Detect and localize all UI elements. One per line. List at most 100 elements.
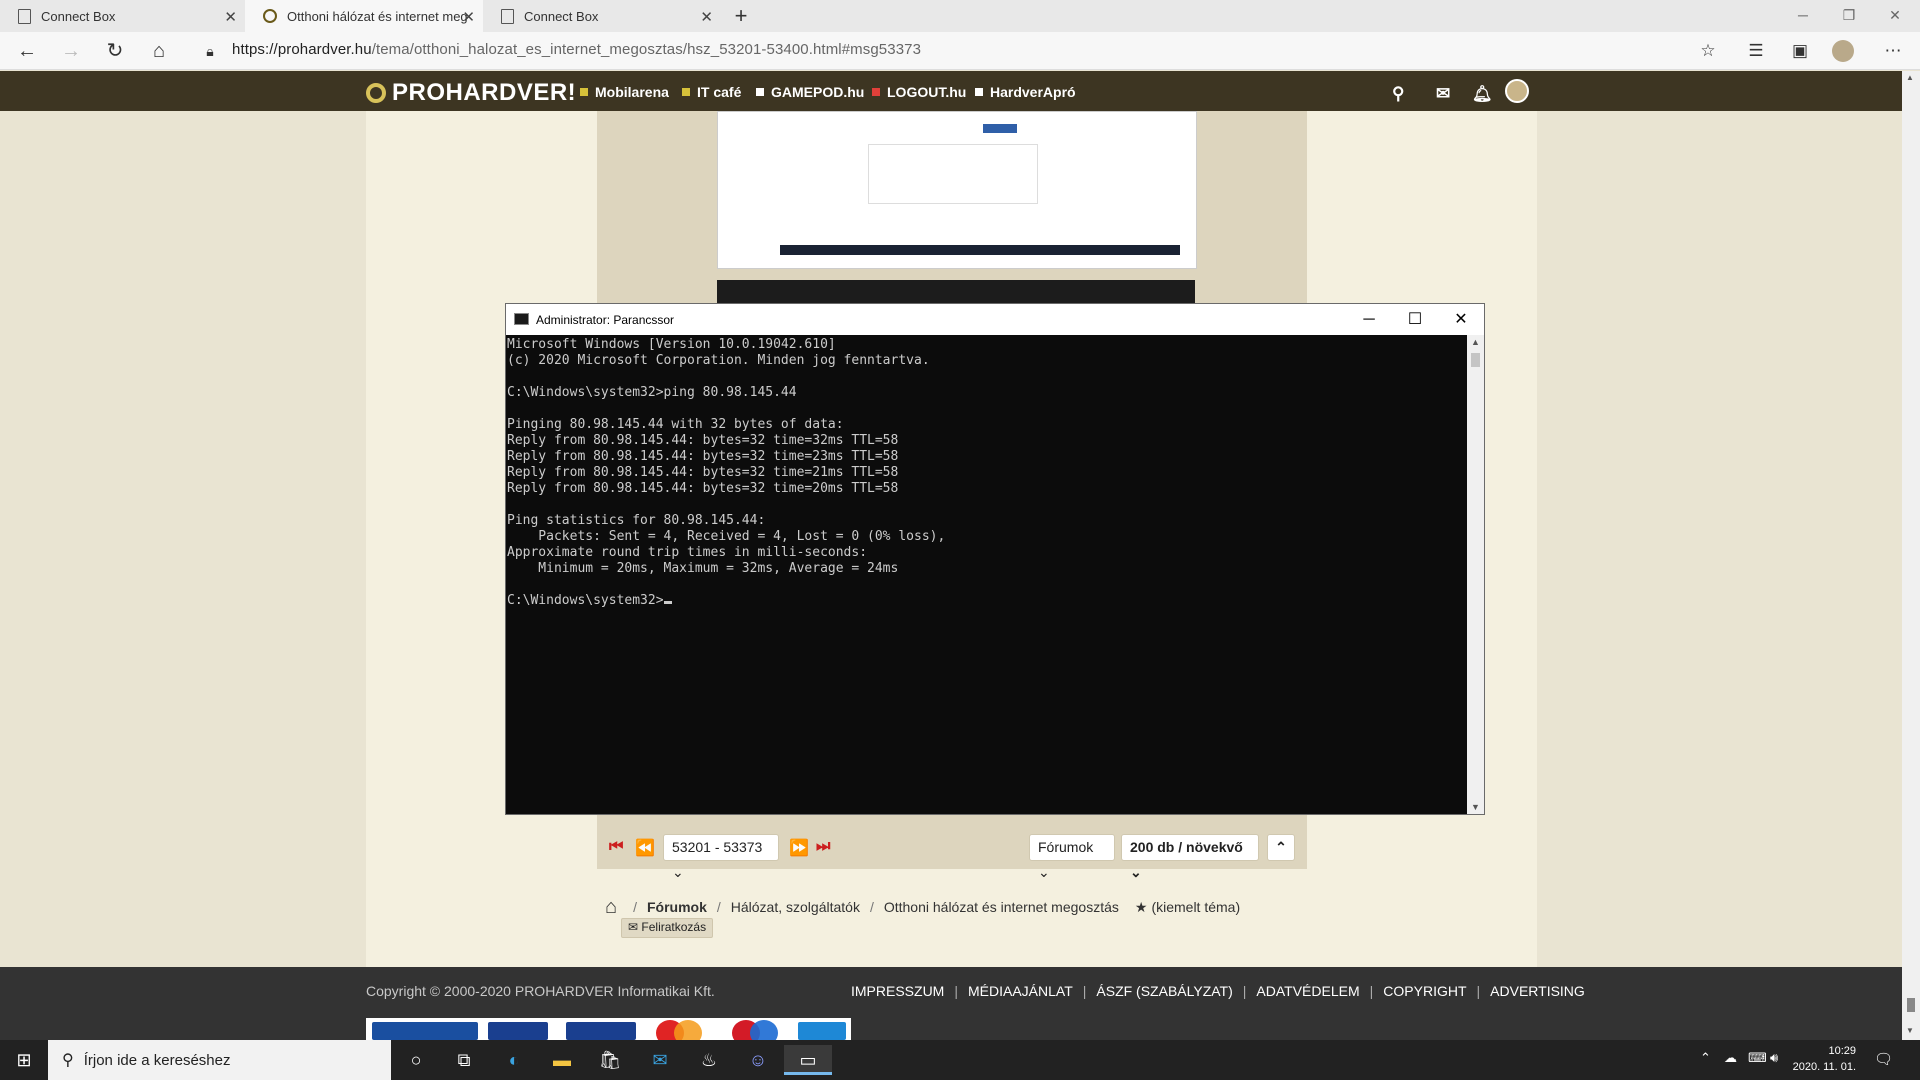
post-screenshot-image[interactable] — [717, 111, 1197, 269]
lock-icon[interactable]: 🔒︎ — [195, 37, 225, 65]
url-field[interactable]: https://prohardver.hu/tema/otthoni_haloz… — [232, 41, 921, 58]
scroll-up-icon[interactable]: ▲ — [1467, 337, 1484, 347]
cmd-output[interactable]: Microsoft Windows [Version 10.0.19042.61… — [506, 335, 1466, 814]
steam-icon[interactable]: ♨ — [685, 1045, 733, 1075]
nav-link-gamepod[interactable]: GAMEPOD.hu — [756, 84, 864, 100]
file-explorer-icon[interactable]: ▬ — [538, 1045, 586, 1075]
new-tab-button[interactable]: + — [724, 0, 758, 32]
close-icon[interactable]: ✕ — [700, 8, 713, 26]
more-menu-icon[interactable]: ⋯ — [1880, 38, 1906, 64]
breadcrumb-separator: / — [633, 899, 637, 915]
nav-link-label: LOGOUT.hu — [887, 84, 967, 100]
cmd-line — [507, 401, 1466, 417]
minimize-icon[interactable]: ─ — [1346, 304, 1392, 335]
profile-avatar-icon[interactable] — [1832, 40, 1854, 62]
windows-start-icon[interactable]: ⊞ — [0, 1045, 48, 1075]
scroll-thumb[interactable] — [1471, 353, 1480, 367]
scroll-top-button[interactable]: ⌃ — [1267, 834, 1295, 861]
home-icon[interactable]: ⌂ — [144, 37, 174, 65]
network-icon[interactable]: ⌨ — [1748, 1050, 1767, 1066]
terminal-taskbar-icon[interactable]: ▭ — [784, 1045, 832, 1075]
taskbar-search-box[interactable]: ⚲ Írjon ide a kereséshez — [48, 1040, 391, 1080]
favorites-list-icon[interactable]: ☰ — [1743, 38, 1769, 64]
notification-bell-icon[interactable]: 🔔︎ — [1472, 84, 1492, 104]
close-icon[interactable]: ✕ — [462, 8, 475, 26]
breadcrumb-halozat[interactable]: Hálózat, szolgáltatók — [731, 899, 860, 915]
forward-icon[interactable]: → — [56, 37, 86, 65]
task-view-icon[interactable]: ⧉ — [440, 1045, 488, 1075]
notifications-icon[interactable]: 🗨︎ — [1874, 1050, 1893, 1068]
breadcrumb-topic[interactable]: Otthoni hálózat és internet megosztás — [884, 899, 1119, 915]
cmd-line: C:\Windows\system32> — [507, 593, 1466, 609]
refresh-icon[interactable]: ↻ — [100, 37, 130, 65]
nav-link-hardverapro[interactable]: HardverApró — [975, 84, 1076, 100]
prohardver-logo[interactable]: PROHARDVER! — [366, 79, 576, 107]
site-navigation: PROHARDVER! Mobilarena IT café GAMEPOD.h… — [0, 71, 1902, 111]
scroll-up-icon[interactable]: ▲ — [1906, 73, 1914, 82]
windows-taskbar: ⊞ ⚲ Írjon ide a kereséshez ○ ⧉ ◐ ▬ 🛍︎ ✉ … — [0, 1040, 1920, 1080]
home-icon[interactable]: ⌂ — [605, 896, 617, 919]
command-prompt-window[interactable]: Administrator: Parancssor ─ ☐ ✕ Microsof… — [505, 303, 1485, 815]
square-icon — [975, 88, 983, 96]
breadcrumb-forumok[interactable]: Fórumok — [647, 899, 707, 915]
scroll-down-icon[interactable]: ▼ — [1467, 802, 1484, 812]
page-icon — [18, 8, 31, 24]
mail-app-icon[interactable]: ✉ — [636, 1045, 684, 1075]
collections-icon[interactable]: ▣ — [1787, 38, 1813, 64]
cmd-line: Reply from 80.98.145.44: bytes=32 time=2… — [507, 481, 899, 496]
footer-link-aszf[interactable]: ÁSZF (SZABÁLYZAT) — [1096, 983, 1232, 999]
favorite-star-icon[interactable]: ☆ — [1695, 38, 1721, 64]
browser-tab-bar: Connect Box ✕ Otthoni hálózat és interne… — [0, 0, 1920, 32]
cmd-scrollbar[interactable]: ▲ ▼ — [1467, 335, 1484, 814]
tab-prohardver[interactable]: Otthoni hálózat és internet meg… ✕ — [245, 0, 483, 32]
forum-select[interactable]: Fórumok ⌄ — [1029, 834, 1115, 880]
visa-card-icon — [488, 1022, 548, 1040]
per-page-select[interactable]: 200 db / növekvő ⌄ — [1121, 834, 1259, 880]
maximize-icon[interactable]: ☐ — [1392, 304, 1438, 335]
close-icon[interactable]: ✕ — [1438, 304, 1484, 335]
minimize-icon[interactable]: ─ — [1780, 0, 1826, 30]
nav-link-mobilarena[interactable]: Mobilarena — [580, 84, 669, 100]
footer-link-adatvedelem[interactable]: ADATVÉDELEM — [1256, 983, 1359, 999]
search-icon[interactable]: ⚲ — [1392, 84, 1404, 104]
footer-separator: | — [1476, 983, 1481, 999]
page-range-select[interactable]: 53201 - 53373 ⌄ — [663, 834, 779, 880]
tab-connect-box-1[interactable]: Connect Box ✕ — [0, 0, 245, 32]
search-placeholder: Írjon ide a kereséshez — [83, 1051, 231, 1069]
footer-link-impresszum[interactable]: IMPRESSZUM — [851, 983, 944, 999]
discord-icon[interactable]: ☺ — [734, 1045, 782, 1075]
nav-link-itcafe[interactable]: IT café — [682, 84, 741, 100]
nav-link-logout[interactable]: LOGOUT.hu — [872, 84, 966, 100]
cmd-title-bar[interactable]: Administrator: Parancssor ─ ☐ ✕ — [506, 304, 1484, 335]
scroll-thumb[interactable] — [1907, 998, 1915, 1012]
system-clock[interactable]: 10:29 2020. 11. 01. — [1784, 1043, 1856, 1075]
subscribe-button[interactable]: ✉ Feliratkozás — [621, 918, 714, 938]
page-scrollbar[interactable]: ▲ ▼ — [1902, 71, 1920, 1040]
store-icon[interactable]: 🛍︎ — [586, 1045, 634, 1075]
first-page-icon[interactable]: ⏮ — [609, 838, 624, 856]
scroll-down-icon[interactable]: ▼ — [1906, 1026, 1914, 1035]
mail-icon[interactable]: ✉ — [1436, 84, 1450, 104]
footer-link-copyright[interactable]: COPYRIGHT — [1383, 983, 1466, 999]
user-avatar[interactable] — [1505, 79, 1529, 103]
footer-link-advertising[interactable]: ADVERTISING — [1490, 983, 1585, 999]
onedrive-cloud-icon[interactable]: ☁ — [1724, 1050, 1737, 1066]
close-icon[interactable]: ✕ — [224, 8, 237, 26]
cursor — [663, 601, 672, 604]
next-page-icon[interactable]: ⏩ — [789, 838, 809, 858]
last-page-icon[interactable]: ⏭ — [816, 838, 831, 856]
close-window-icon[interactable]: ✕ — [1872, 0, 1918, 30]
edge-browser-icon[interactable]: ◐ — [490, 1045, 538, 1075]
volume-icon[interactable]: 🔊︎ — [1770, 1050, 1778, 1066]
chevron-down-icon: ⌄ — [1130, 864, 1142, 880]
restore-icon[interactable]: ❐ — [1826, 0, 1872, 30]
tab-title: Connect Box — [524, 8, 599, 24]
footer-link-mediaajanlat[interactable]: MÉDIAAJÁNLAT — [968, 983, 1073, 999]
payment-card-icon — [372, 1022, 478, 1040]
tray-chevron-up-icon[interactable]: ⌃ — [1700, 1050, 1711, 1066]
cortana-icon[interactable]: ○ — [392, 1045, 440, 1075]
back-icon[interactable]: ← — [12, 37, 42, 65]
tab-connect-box-2[interactable]: Connect Box ✕ — [483, 0, 721, 32]
previous-page-icon[interactable]: ⏪ — [635, 838, 655, 858]
featured-label: (kiemelt téma) — [1151, 899, 1241, 915]
